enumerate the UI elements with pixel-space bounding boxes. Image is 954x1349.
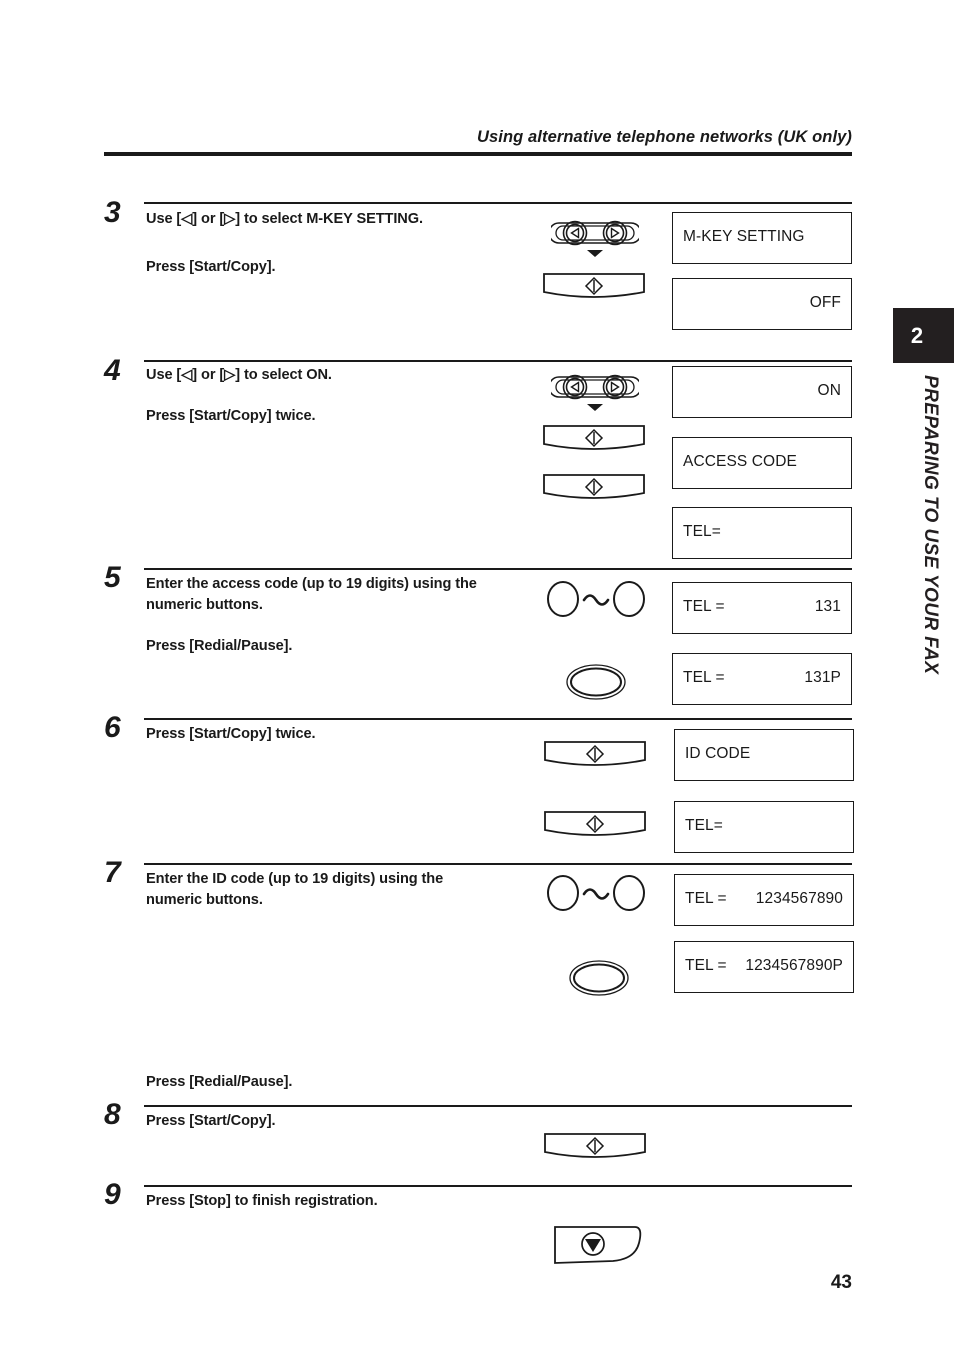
- step-instruction-line: numeric buttons.: [146, 597, 263, 613]
- redial-pause-button-icon[interactable]: [568, 959, 630, 997]
- step-rule: [144, 360, 852, 362]
- step-number: 6: [104, 711, 121, 744]
- step-instruction-line: Use [◁] or [▷] to select M-KEY SETTING.: [146, 211, 423, 227]
- step-instruction-line: Press [Start/Copy] twice.: [146, 408, 316, 424]
- redial-pause-button-icon[interactable]: [565, 663, 627, 701]
- lcd-text: ON: [817, 382, 841, 399]
- step-number: 5: [104, 561, 121, 594]
- start-copy-button-icon[interactable]: [543, 740, 647, 770]
- lcd-display: ID CODE: [674, 729, 854, 781]
- lcd-display: TEL=: [674, 801, 854, 853]
- chapter-label: PREPARING TO USE YOUR FAX: [920, 375, 941, 675]
- step-rule: [144, 1185, 852, 1187]
- numeric-keys-icon[interactable]: [546, 578, 646, 620]
- step-rule: [144, 863, 852, 865]
- step-rule: [144, 1105, 852, 1107]
- step-rule: [144, 202, 852, 204]
- step-instruction-line: Press [Stop] to finish registration.: [146, 1193, 378, 1209]
- lcd-text: ID CODE: [685, 745, 751, 762]
- step-instruction-line: Use [◁] or [▷] to select ON.: [146, 367, 332, 383]
- lcd-display: ACCESS CODE: [672, 437, 852, 489]
- start-copy-button-icon[interactable]: [542, 424, 646, 454]
- arrow-keys-icon[interactable]: [551, 209, 639, 257]
- lcd-text: ACCESS CODE: [683, 453, 797, 470]
- lcd-text: OFF: [809, 294, 841, 311]
- start-copy-button-icon[interactable]: [542, 272, 646, 302]
- page-header-title: Using alternative telephone networks (UK…: [477, 128, 852, 146]
- step-instruction-line: Press [Start/Copy] twice.: [146, 726, 316, 742]
- step-rule: [144, 718, 852, 720]
- chapter-tab: 2: [893, 308, 954, 363]
- stop-button-icon[interactable]: [551, 1221, 647, 1269]
- lcd-value: 1234567890P: [745, 957, 843, 974]
- lcd-value: 131: [814, 598, 841, 615]
- header-rule: [104, 152, 852, 156]
- step-instruction-line: Press [Start/Copy].: [146, 1113, 276, 1129]
- lcd-display: ON: [672, 366, 852, 418]
- numeric-keys-icon[interactable]: [546, 872, 646, 914]
- step-instruction-line: Press [Redial/Pause].: [146, 1074, 293, 1090]
- lcd-text: TEL=: [683, 523, 721, 540]
- step-number: 7: [104, 856, 121, 889]
- step-instruction-line: Enter the access code (up to 19 digits) …: [146, 576, 477, 592]
- lcd-value: 131P: [804, 669, 841, 686]
- lcd-display: TEL = 1234567890P: [674, 941, 854, 993]
- lcd-display: OFF: [672, 278, 852, 330]
- step-number: 9: [104, 1178, 121, 1211]
- step-number: 3: [104, 196, 121, 229]
- step-instruction-line: Press [Start/Copy].: [146, 259, 276, 275]
- step-number: 4: [104, 354, 121, 387]
- step-instruction-line: numeric buttons.: [146, 892, 263, 908]
- lcd-value: 1234567890: [755, 890, 843, 907]
- step-number: 8: [104, 1098, 121, 1131]
- lcd-display: TEL=: [672, 507, 852, 559]
- page-number: 43: [830, 1272, 852, 1293]
- arrow-keys-icon[interactable]: [551, 363, 639, 411]
- start-copy-button-icon[interactable]: [542, 473, 646, 503]
- lcd-display: TEL = 131P: [672, 653, 852, 705]
- lcd-display: TEL = 1234567890: [674, 874, 854, 926]
- lcd-text: M-KEY SETTING: [683, 228, 805, 245]
- lcd-text: TEL=: [685, 817, 723, 834]
- lcd-display: M-KEY SETTING: [672, 212, 852, 264]
- lcd-display: TEL = 131: [672, 582, 852, 634]
- step-instruction-line: Enter the ID code (up to 19 digits) usin…: [146, 871, 444, 887]
- step-instruction-line: Press [Redial/Pause].: [146, 638, 293, 654]
- start-copy-button-icon[interactable]: [543, 810, 647, 840]
- start-copy-button-icon[interactable]: [543, 1132, 647, 1162]
- chapter-number: 2: [910, 323, 924, 348]
- step-rule: [144, 568, 852, 570]
